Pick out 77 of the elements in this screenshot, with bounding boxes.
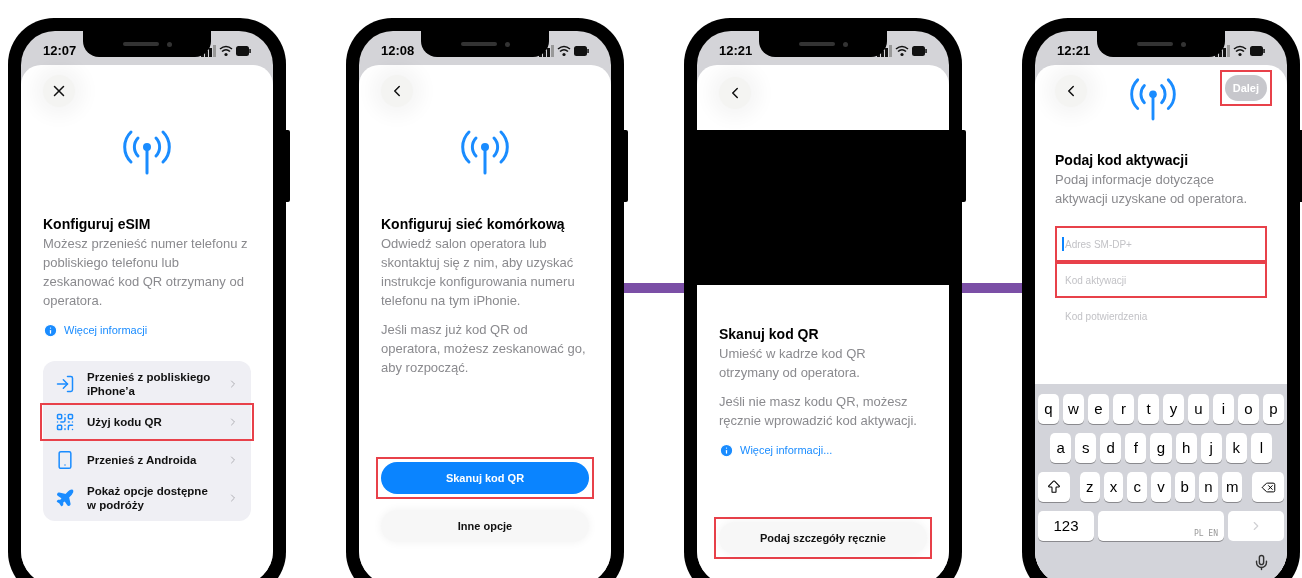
qr-code-icon bbox=[55, 411, 75, 432]
backspace-key[interactable] bbox=[1252, 472, 1285, 502]
status-time: 12:08 bbox=[381, 42, 415, 61]
antenna-icon bbox=[459, 129, 511, 175]
keyboard-key[interactable]: w bbox=[1063, 394, 1084, 424]
microphone-icon[interactable] bbox=[1253, 554, 1270, 571]
close-button[interactable] bbox=[43, 75, 75, 107]
option-row[interactable]: Przenieś z Androida bbox=[43, 440, 251, 479]
screen-title: Konfiguruj sieć komórkową bbox=[381, 215, 566, 234]
input-field[interactable]: Adres SM-DP+ bbox=[1055, 226, 1267, 262]
description-text: Jeśli nie masz kodu QR, możesz ręcznie wprowadzić kod aktywacji. bbox=[719, 393, 918, 430]
primary-button[interactable]: Skanuj kod QR bbox=[381, 462, 589, 494]
option-label: Przenieś z pobliskiego iPhone’a bbox=[87, 369, 212, 398]
more-info-link[interactable]: Więcej informacji... bbox=[740, 442, 833, 459]
description-text: Możesz przenieść numer telefonu z pobliskiego telefonu lub zeskanować kod QR otrzymany od operatora. bbox=[43, 235, 249, 310]
status-icons bbox=[877, 45, 927, 57]
keyboard-key[interactable]: j bbox=[1200, 433, 1222, 463]
keyboard-key[interactable]: a bbox=[1050, 433, 1072, 463]
keyboard-key[interactable]: l bbox=[1250, 433, 1272, 463]
keyboard-key[interactable]: s bbox=[1075, 433, 1097, 463]
keyboard-key[interactable]: k bbox=[1225, 433, 1247, 463]
keyboard-key[interactable]: g bbox=[1150, 433, 1172, 463]
airplane-icon bbox=[55, 487, 75, 508]
keyboard-key[interactable]: c bbox=[1127, 472, 1148, 502]
option-row[interactable]: Przenieś z pobliskiego iPhone’a bbox=[43, 364, 251, 403]
keyboard-key[interactable]: o bbox=[1238, 394, 1259, 424]
keyboard-key[interactable]: y bbox=[1163, 394, 1184, 424]
input-field[interactable]: Kod aktywacji bbox=[1055, 262, 1267, 298]
keyboard-key[interactable]: p bbox=[1263, 394, 1284, 424]
keyboard-key[interactable]: x bbox=[1103, 472, 1124, 502]
info-icon bbox=[719, 442, 734, 458]
phone-icon bbox=[55, 449, 75, 470]
description-text: Odwiedź salon operatora lub skontaktuj się z nim, aby uzyskać instrukcje konfigurowania numeru telefonu na tym iPhonie. bbox=[381, 235, 576, 310]
status-time: 12:07 bbox=[43, 42, 77, 61]
transfer-icon bbox=[55, 373, 75, 394]
status-time: 12:21 bbox=[719, 42, 753, 61]
more-info-link[interactable]: Więcej informacji bbox=[64, 322, 148, 339]
keyboard-key[interactable]: z bbox=[1080, 472, 1100, 502]
antenna-icon bbox=[1128, 77, 1179, 121]
status-icons bbox=[539, 45, 589, 57]
shift-key[interactable] bbox=[1038, 472, 1070, 502]
status-icons bbox=[201, 45, 251, 57]
keyboard-key[interactable]: d bbox=[1100, 433, 1122, 463]
keyboard-key[interactable]: u bbox=[1188, 394, 1209, 424]
status-time: 12:21 bbox=[1057, 42, 1091, 61]
option-label: Pokaż opcje dostępne w podróży bbox=[87, 483, 209, 512]
keyboard-language-label: PL EN bbox=[1193, 528, 1218, 540]
backspace-icon bbox=[1260, 479, 1276, 495]
option-row[interactable]: Pokaż opcje dostępne w podróży bbox=[43, 478, 251, 517]
description-text: Umieść w kadrze kod QR otrzymany od operatora. bbox=[719, 345, 867, 382]
keyboard-key[interactable]: b bbox=[1174, 472, 1195, 502]
screen-title: Skanuj kod QR bbox=[719, 325, 820, 344]
screen-title: Podaj kod aktywacji bbox=[1055, 151, 1190, 170]
option-label: Użyj kodu QR bbox=[87, 414, 163, 429]
keyboard-key[interactable]: v bbox=[1151, 472, 1171, 502]
keyboard-key[interactable]: f bbox=[1125, 433, 1147, 463]
description-text: Jeśli masz już kod QR od operatora, możesz zeskanować go, aby rozpocząć. bbox=[381, 321, 587, 377]
secondary-button[interactable]: Inne opcje bbox=[381, 510, 589, 542]
option-row[interactable]: Użyj kodu QR bbox=[40, 402, 254, 441]
description-text: Podaj informacje dotyczące aktywacji uzyskane od operatora. bbox=[1055, 171, 1249, 208]
screen-title: Konfiguruj eSIM bbox=[43, 215, 152, 234]
antenna-icon bbox=[121, 129, 173, 175]
input-field[interactable]: Kod potwierdzenia bbox=[1055, 298, 1267, 334]
keyboard-key[interactable]: r bbox=[1113, 394, 1134, 424]
numbers-key[interactable]: 123 bbox=[1038, 511, 1094, 541]
keyboard-key[interactable]: n bbox=[1198, 472, 1219, 502]
keyboard-key[interactable]: h bbox=[1175, 433, 1197, 463]
secondary-button[interactable]: Podaj szczegóły ręcznie bbox=[719, 522, 927, 554]
keyboard-key[interactable]: i bbox=[1213, 394, 1234, 424]
status-icons bbox=[1215, 45, 1265, 57]
keyboard-key[interactable]: q bbox=[1038, 394, 1059, 424]
keyboard-key[interactable]: t bbox=[1138, 394, 1159, 424]
shift-icon bbox=[1046, 479, 1062, 495]
info-icon bbox=[43, 322, 58, 338]
keyboard-key[interactable]: m bbox=[1222, 472, 1243, 502]
option-label: Przenieś z Androida bbox=[87, 452, 198, 467]
keyboard-key[interactable]: e bbox=[1088, 394, 1109, 424]
